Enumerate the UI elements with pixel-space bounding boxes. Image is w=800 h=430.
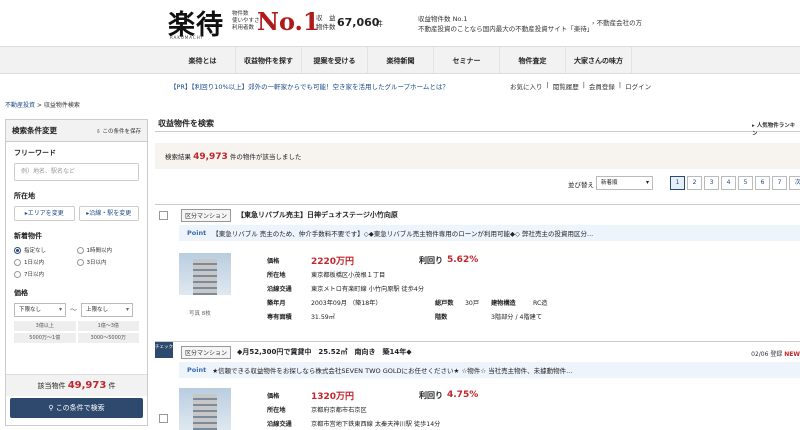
new-title: 新着物件 [14,232,42,240]
sort-label: 並び替え [568,181,594,189]
property-photo[interactable] [179,388,231,430]
yield: 5.62% [447,255,479,265]
address: 東京都板橋区小茂根１丁目 [311,271,386,279]
address: 京都府京都市右京区 [311,406,367,414]
freeword-input[interactable]: 例）地名、駅名など [14,163,139,181]
listing-card[interactable]: チェック 区分マンション ◆月52,300円で賃貸中 25.52㎡ 南向き 築1… [155,341,800,430]
photo-caption: 写真 8枚 [189,311,211,317]
built: 2003年09月 （築18年） [311,299,382,307]
nav-search-property[interactable]: 収益物件を探す [236,47,302,73]
favorites-link[interactable]: お気に入り [510,81,543,91]
page-5[interactable]: 5 [738,176,753,190]
listing-count-unit: 件 [376,20,383,28]
page-7[interactable]: 7 [772,176,787,190]
listing-card[interactable]: 区分マンション 【東急リバブル売主】日神デュオステージ小竹向原 Point 【東急… [155,204,800,338]
nav-proposals[interactable]: 提案を受ける [302,47,368,73]
station: 東京メトロ有楽町線 小竹向原駅 徒歩4分 [311,285,425,293]
price-chip[interactable]: 3000〜5000万 [77,333,139,343]
logo-subtext: RAKUMACHI [170,35,203,40]
search-sidebar: 検索条件変更 ⇩ この条件を保存 フリーワード 例）地名、駅名など 所在地 ▸エ… [5,119,148,426]
sidebar-title: 検索条件変更 [12,126,57,135]
freeword-title: フリーワード [14,149,56,157]
site-header: 楽待 RAKUMACHI 物件数 使いやすさ 利用者数 No.1 収 益物件数 67… [0,0,800,44]
radio-1h[interactable]: 1時間以内 [76,246,140,254]
title-divider [155,131,800,132]
listing-title[interactable]: ◆月52,300円で賃貸中 25.52㎡ 南向き 築14年◆ [237,347,412,357]
matching-count: 該当物件 49,973 件 [6,374,147,396]
page-1[interactable]: 1 [670,176,685,190]
listing-title[interactable]: 【東急リバブル売主】日神デュオステージ小竹向原 [237,210,398,220]
floors: 3階部分 / 4階建て [491,313,543,321]
yield: 4.75% [447,390,479,400]
breadcrumb-home[interactable]: 不動産投資 [5,102,35,109]
user-links: お気に入り | 閲覧履歴 | 会員登録 | ログイン [510,81,652,91]
nav-seminar[interactable]: セミナー [434,47,500,73]
listing-facts: 価格 2220万円 利回り 5.62% 所在地 東京都板橋区小茂根１丁目 沿線交通 東京メ… [267,255,548,321]
check-tag: チェック [155,342,173,358]
company-link[interactable]: 不動産会社の方 [592,17,643,27]
ranking-link[interactable]: ▸ 人気物件ランキン [752,121,800,137]
price-title: 価格 [14,289,28,297]
pagination: 1 2 3 4 5 6 7 次へ› [670,176,800,190]
listing-date: 02/06 登録 NEW [751,351,800,358]
page-4[interactable]: 4 [721,176,736,190]
global-nav: 楽待とは 収益物件を探す 提案を受ける 楽待新聞 セミナー 物件査定 大家さんの… [0,46,800,74]
price: 1320万円 [311,391,355,402]
next-page[interactable]: 次へ› [789,176,800,190]
price-max-select[interactable]: 上限なし [81,303,133,317]
price: 2220万円 [311,256,355,267]
radio-7d[interactable]: 7日以内 [14,270,77,278]
login-link[interactable]: ログイン [625,81,651,91]
page-title: 収益物件を検索 [158,119,214,128]
property-photo[interactable] [179,253,231,295]
page-3[interactable]: 3 [704,176,719,190]
point-box: Point 【東急リバブル 売主のため、仲介手数料不要です】◇◆東急リバブル売主物… [179,225,800,241]
page-6[interactable]: 6 [755,176,770,190]
change-line-button[interactable]: ▸沿線・駅を変更 [78,206,139,221]
search-icon: ⚲ [48,404,54,412]
nav-about[interactable]: 楽待とは [170,47,236,73]
breadcrumb-current: 収益物件検索 [43,102,80,109]
radio-any[interactable]: 指定なし [14,246,77,254]
compare-checkbox[interactable] [159,211,168,220]
type-tag: 区分マンション [181,345,232,359]
register-link[interactable]: 会員登録 [589,81,615,91]
point-box: Point ★信頼できる収益物件をお探しなら株式会社SEVEN TWO GOLDに… [179,362,800,378]
nav-news[interactable]: 楽待新聞 [368,47,434,73]
result-summary: 検索結果 49,973 件の物件が該当しました [155,143,800,169]
no1-badge: No.1 [257,7,320,36]
search-button[interactable]: ⚲ この条件で検索 [10,398,143,418]
station: 京都市営地下鉄東西線 太秦天神川駅 徒歩14分 [311,420,441,428]
pr-link[interactable]: 【PR】【利回り10%以上】郊外の一軒家からでも可能！空き家を活用したグループホ… [170,81,449,91]
change-area-button[interactable]: ▸エリアを変更 [14,206,75,221]
type-tag: 区分マンション [181,208,232,222]
radio-1d[interactable]: 1日以内 [14,258,77,266]
tagline: 物件数 使いやすさ 利用者数 [232,11,260,31]
price-chip[interactable]: 1億〜3億 [77,321,139,331]
sort-select[interactable]: 新着順 [596,176,653,190]
price-min-select[interactable]: 下限なし [14,303,66,317]
radio-3d[interactable]: 3日以内 [76,258,140,266]
price-chip[interactable]: 5000万〜1億 [14,333,76,343]
listing-facts: 価格 1320万円 利回り 4.75% 所在地 京都府京都市右京区 沿線交通 京都市営地下… [267,390,479,428]
compare-checkbox[interactable] [159,414,168,423]
history-link[interactable]: 閲覧履歴 [553,81,579,91]
header-description: 収益物件数 No.1 不動産投資のことなら国内最大の不動産投資サイト「楽待」 [418,15,594,33]
nav-appraisal[interactable]: 物件査定 [500,47,566,73]
save-condition-link[interactable]: ⇩ この条件を保存 [96,127,141,135]
location-title: 所在地 [14,192,35,200]
area: 31.59㎡ [311,313,335,321]
structure: RC造 [533,299,548,307]
listing-count: 67,060 [337,16,380,29]
page-2[interactable]: 2 [687,176,702,190]
breadcrumb: 不動産投資 > 収益物件検索 [5,102,80,109]
price-chip[interactable]: 3億以上 [14,321,76,331]
units: 30戸 [465,299,480,307]
nav-landlord[interactable]: 大家さんの味方 [566,47,632,73]
stat-label: 収 益物件数 [316,14,336,31]
